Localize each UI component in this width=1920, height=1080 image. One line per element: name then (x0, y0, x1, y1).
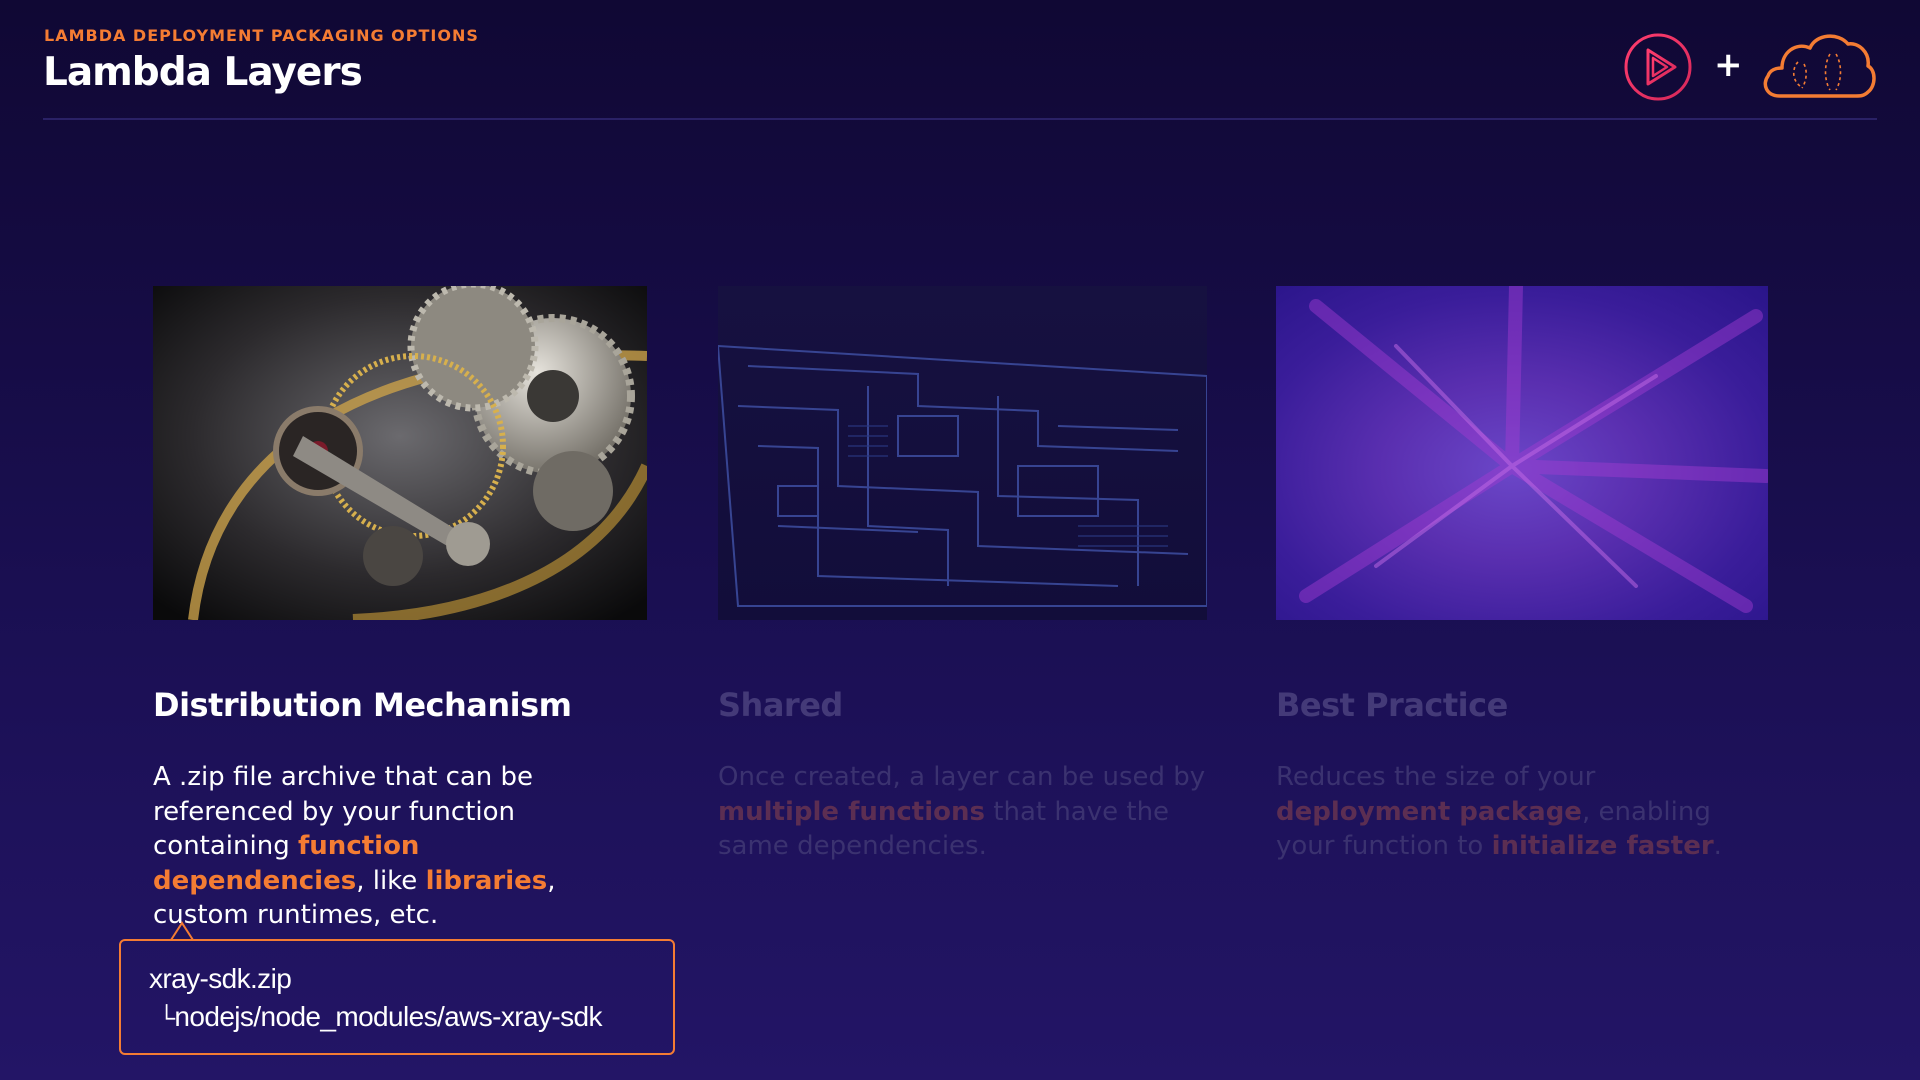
text-segment: , like (356, 865, 426, 896)
highlight-multiple-functions: multiple functions (718, 796, 985, 827)
radial-blur-image (1276, 286, 1768, 620)
text-segment: Once created, a layer can be used by (718, 762, 1206, 792)
header-logos: + (1620, 28, 1880, 108)
text-segment: Reduces the size of your (1276, 762, 1596, 792)
column-title-distribution: Distribution Mechanism (153, 686, 572, 724)
clockwork-gears-image (153, 286, 647, 620)
play-logo-icon (1624, 33, 1692, 101)
circuit-board-icon (718, 286, 1207, 620)
logo-plus: + (1714, 45, 1743, 85)
highlight-initialize-faster: initialize faster (1491, 831, 1714, 861)
highlight-libraries: libraries (425, 865, 548, 896)
column-text-distribution: A .zip file archive that can be referenc… (153, 760, 633, 933)
circuit-board-image (718, 286, 1207, 620)
tree-branch-glyph: └ (158, 1005, 175, 1032)
column-text-shared: Once created, a layer can be used by mul… (718, 760, 1218, 864)
column-title-shared: Shared (718, 686, 843, 724)
callout-pointer (170, 921, 194, 941)
column-text-best-practice: Reduces the size of your deployment pack… (1276, 760, 1776, 864)
eyebrow-label: LAMBDA DEPLOYMENT PACKAGING OPTIONS (44, 26, 479, 45)
callout-path-text: nodejs/node_modules/aws-xray-sdk (174, 1001, 602, 1032)
cloud-logo-icon (1763, 34, 1876, 98)
highlight-deployment-package: deployment package (1276, 796, 1582, 827)
purple-radial-blur-icon (1276, 286, 1768, 620)
clockwork-gears-icon (153, 286, 647, 620)
callout-file-path: └nodejs/node_modules/aws-xray-sdk (158, 1001, 602, 1033)
header-divider (43, 118, 1877, 120)
page-title: Lambda Layers (43, 50, 363, 95)
column-title-best-practice: Best Practice (1276, 686, 1508, 724)
layer-file-callout (119, 939, 675, 1055)
callout-file-name: xray-sdk.zip (149, 963, 292, 994)
text-segment: . (1713, 831, 1722, 861)
